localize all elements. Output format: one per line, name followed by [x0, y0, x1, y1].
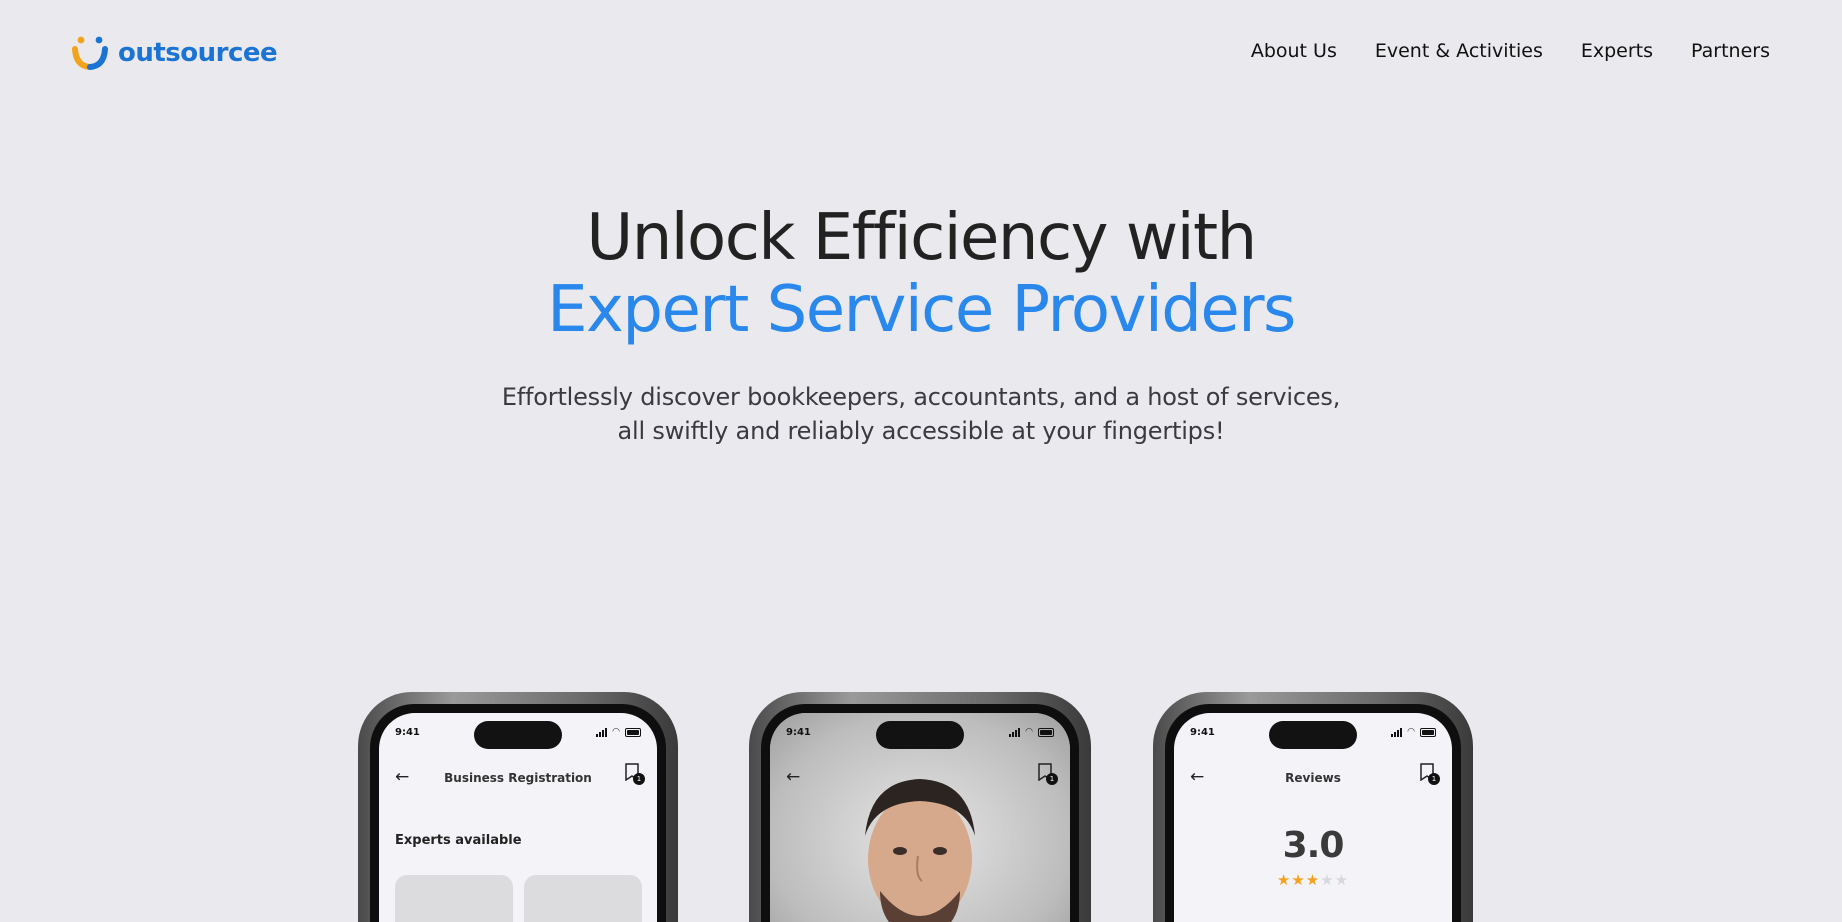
brand-logo[interactable]: outsourcee: [72, 36, 278, 70]
phone-mockup-expert-profile: 9:41 ◠ ← 1: [749, 692, 1091, 922]
status-time: 9:41: [1190, 727, 1215, 738]
experts-available-heading: Experts available: [395, 833, 522, 848]
brand-name: outsourcee: [118, 38, 278, 68]
battery-icon: [625, 727, 641, 737]
dynamic-island: [1269, 721, 1357, 749]
smile-logo-icon: [72, 36, 108, 70]
hero-section: Unlock Efficiency with Expert Service Pr…: [0, 202, 1842, 448]
expert-card[interactable]: [524, 875, 642, 922]
signal-icon: [1009, 727, 1021, 737]
battery-icon: [1038, 727, 1054, 737]
hero-title-line2: Expert Service Providers: [547, 273, 1296, 347]
hero-subtitle: Effortlessly discover bookkeepers, accou…: [0, 380, 1842, 448]
screen-title: Business Registration: [444, 771, 592, 785]
dynamic-island: [474, 721, 562, 749]
nav-partners[interactable]: Partners: [1691, 40, 1770, 62]
status-icons: ◠: [1391, 727, 1436, 737]
nav-about-us[interactable]: About Us: [1251, 40, 1337, 62]
status-icons: ◠: [596, 727, 641, 737]
battery-icon: [1420, 727, 1436, 737]
hero-subtitle-line1: Effortlessly discover bookkeepers, accou…: [501, 383, 1341, 411]
star-empty-icon: ★: [1320, 871, 1335, 889]
star-empty-icon: ★: [1334, 871, 1350, 889]
bookmark-count-badge: 1: [1046, 773, 1058, 785]
star-filled-icon: ★: [1276, 871, 1292, 889]
star-filled-icon: ★: [1291, 871, 1306, 889]
wifi-icon: ◠: [1407, 727, 1415, 737]
nav-experts[interactable]: Experts: [1581, 40, 1653, 62]
wifi-icon: ◠: [1025, 727, 1033, 737]
nav-events-activities[interactable]: Event & Activities: [1375, 40, 1543, 62]
hero-title-line1: Unlock Efficiency with: [586, 201, 1257, 275]
main-nav: About Us Event & Activities Experts Part…: [1251, 40, 1770, 62]
bookmark-icon[interactable]: 1: [1420, 763, 1440, 785]
dynamic-island: [876, 721, 964, 749]
screen-title: Reviews: [1285, 771, 1341, 785]
status-icons: ◠: [1009, 727, 1054, 737]
hero-subtitle-line2: all swiftly and reliably accessible at y…: [617, 417, 1225, 445]
signal-icon: [596, 727, 608, 737]
bookmark-icon[interactable]: 1: [625, 763, 645, 785]
phone-mockup-business-registration: 9:41 ◠ ← Business Registration 1 Experts…: [358, 692, 678, 922]
status-time: 9:41: [786, 727, 811, 738]
status-time: 9:41: [395, 727, 420, 738]
phone-mockup-reviews: 9:41 ◠ ← Reviews 1 3.0 ★★★★★: [1153, 692, 1473, 922]
star-filled-icon: ★: [1305, 871, 1321, 889]
bookmark-count-badge: 1: [633, 773, 645, 785]
expert-card[interactable]: [395, 875, 513, 922]
bookmark-icon[interactable]: 1: [1038, 763, 1058, 785]
wifi-icon: ◠: [612, 727, 620, 737]
arrow-left-icon[interactable]: ←: [786, 767, 800, 787]
average-rating: 3.0: [1282, 825, 1345, 866]
star-rating: ★★★★★: [1174, 871, 1452, 889]
bookmark-count-badge: 1: [1428, 773, 1440, 785]
signal-icon: [1391, 727, 1403, 737]
